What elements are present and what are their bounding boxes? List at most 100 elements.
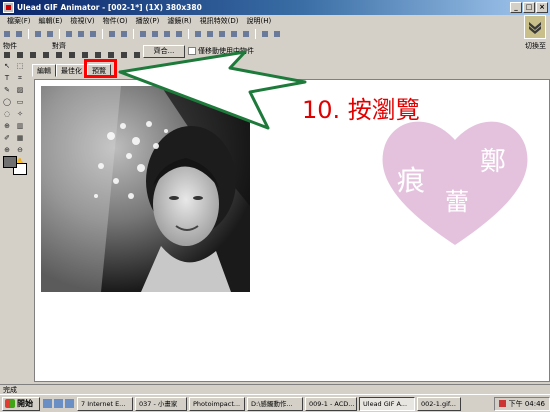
menu-file[interactable]: 檔案(F) bbox=[3, 16, 35, 26]
toolbar-separator bbox=[188, 29, 189, 39]
menu-help[interactable]: 說明(H) bbox=[243, 16, 276, 26]
clock[interactable]: 下午 04:46 bbox=[509, 398, 545, 410]
menu-play[interactable]: 播放(P) bbox=[132, 16, 164, 26]
undo-icon[interactable] bbox=[107, 29, 117, 39]
zoom-in-tool-icon[interactable]: ⊕ bbox=[2, 146, 12, 155]
align-bottom-icon[interactable] bbox=[15, 50, 25, 60]
copy-icon[interactable] bbox=[150, 29, 160, 39]
toolbar-separator bbox=[133, 29, 134, 39]
play-icon[interactable] bbox=[217, 29, 227, 39]
annotation-arrow bbox=[118, 50, 307, 130]
task-ulead-gif[interactable]: Ulead GIF A... bbox=[359, 396, 415, 411]
magic-wand-tool-icon[interactable]: ✧ bbox=[15, 110, 25, 119]
app-icon[interactable] bbox=[3, 2, 14, 13]
play-next-icon[interactable] bbox=[229, 29, 239, 39]
menu-filter[interactable]: 濾鏡(R) bbox=[163, 16, 195, 26]
layer-up-icon[interactable] bbox=[260, 29, 270, 39]
align-left-icon[interactable] bbox=[67, 50, 77, 60]
standard-toolbar bbox=[2, 28, 352, 40]
play-last-icon[interactable] bbox=[241, 29, 251, 39]
play-first-icon[interactable] bbox=[193, 29, 203, 39]
save-options-icon[interactable] bbox=[45, 29, 55, 39]
cut-icon[interactable] bbox=[138, 29, 148, 39]
add-frame-icon[interactable] bbox=[88, 29, 98, 39]
start-button[interactable]: 開始 bbox=[2, 396, 40, 411]
status-text: 完成 bbox=[3, 386, 17, 394]
toolbar-separator bbox=[255, 29, 256, 39]
ellipse-tool-icon[interactable]: ◯ bbox=[2, 98, 12, 107]
task-paint[interactable]: 037 - 小畫家 bbox=[135, 396, 187, 411]
rectangle-tool-icon[interactable]: ▭ bbox=[15, 98, 25, 107]
maximize-button[interactable]: □ bbox=[523, 2, 535, 13]
toolbar-separator bbox=[59, 29, 60, 39]
tab-optimize[interactable]: 最佳化 bbox=[56, 64, 87, 77]
ie-icon[interactable] bbox=[43, 399, 52, 408]
arrow-up-icon[interactable] bbox=[41, 50, 51, 60]
task-acdsee[interactable]: 009-1 - ACD... bbox=[305, 396, 357, 411]
taskbar: 開始 7 Internet E... 037 - 小畫家 Photoimpact… bbox=[0, 394, 550, 412]
play-prev-icon[interactable] bbox=[205, 29, 215, 39]
align-middle-icon[interactable] bbox=[28, 50, 38, 60]
task-folder[interactable]: D:\感觸動作... bbox=[247, 396, 303, 411]
switch-to-label[interactable]: 切換至 bbox=[525, 41, 546, 51]
app-window: Ulead GIF Animator - [002-1*] (1X) 380x3… bbox=[0, 0, 550, 412]
menu-edit[interactable]: 編輯(E) bbox=[35, 16, 67, 26]
close-button[interactable]: × bbox=[536, 2, 548, 13]
align-center-icon[interactable] bbox=[80, 50, 90, 60]
new-file-icon[interactable] bbox=[2, 29, 12, 39]
lasso-tool-icon[interactable]: ◌ bbox=[2, 110, 12, 119]
fill-tool-icon[interactable]: ▨ bbox=[15, 86, 25, 95]
task-internet-explorer[interactable]: 7 Internet E... bbox=[77, 396, 133, 411]
smudge-tool-icon[interactable]: ▦ bbox=[15, 134, 25, 143]
paste-icon[interactable] bbox=[162, 29, 172, 39]
quick-launch bbox=[43, 399, 74, 408]
pencil-tool-icon[interactable]: ✐ bbox=[2, 134, 12, 143]
toolbar-separator bbox=[102, 29, 103, 39]
layer-down-icon[interactable] bbox=[272, 29, 282, 39]
desktop-icon[interactable] bbox=[54, 399, 63, 408]
task-gif-file[interactable]: 002-1.gif... bbox=[417, 396, 461, 411]
open-folder-icon[interactable] bbox=[14, 29, 24, 39]
task-photoimpact[interactable]: Photoimpact... bbox=[189, 396, 245, 411]
minimize-button[interactable]: _ bbox=[510, 2, 522, 13]
status-bar: 完成 bbox=[0, 384, 550, 394]
marquee-tool-icon[interactable]: ⬚ bbox=[15, 62, 25, 71]
redo-icon[interactable] bbox=[119, 29, 129, 39]
title-bar[interactable]: Ulead GIF Animator - [002-1*] (1X) 380x3… bbox=[0, 0, 550, 15]
menu-bar: 檔案(F) 編輯(E) 檢視(V) 物件(O) 播放(P) 濾鏡(R) 視訊特效… bbox=[0, 15, 520, 27]
menu-video-effects[interactable]: 視訊特效(D) bbox=[196, 16, 243, 26]
add-video-icon[interactable] bbox=[76, 29, 86, 39]
align-top-icon[interactable] bbox=[2, 50, 12, 60]
windows-flag-icon bbox=[5, 399, 15, 408]
system-tray: 下午 04:46 bbox=[493, 396, 550, 411]
crop-tool-icon[interactable]: ⌗ bbox=[15, 74, 25, 83]
media-icon[interactable] bbox=[65, 399, 74, 408]
text-tool-icon[interactable]: T bbox=[2, 74, 12, 83]
window-controls: _ □ × bbox=[510, 2, 548, 13]
watermark-char-1: 痕 bbox=[397, 164, 425, 197]
menu-object[interactable]: 物件(O) bbox=[99, 16, 132, 26]
chevron-logo-icon bbox=[529, 22, 541, 34]
menu-view[interactable]: 檢視(V) bbox=[66, 16, 98, 26]
delete-icon[interactable] bbox=[174, 29, 184, 39]
eraser-tool-icon[interactable]: ▥ bbox=[15, 122, 25, 131]
window-title: Ulead GIF Animator - [002-1*] (1X) 380x3… bbox=[17, 3, 202, 12]
arrow-down-icon[interactable] bbox=[54, 50, 64, 60]
tab-edit[interactable]: 編輯 bbox=[32, 64, 56, 77]
zoom-out-tool-icon[interactable]: ⊖ bbox=[15, 146, 25, 155]
stamp-tool-icon[interactable]: ⊕ bbox=[2, 122, 12, 131]
watermark-char-3: 蕾 bbox=[445, 188, 469, 216]
start-label: 開始 bbox=[17, 399, 33, 408]
toolbar-separator bbox=[28, 29, 29, 39]
save-icon[interactable] bbox=[33, 29, 43, 39]
pointer-tool-icon[interactable]: ↖ bbox=[2, 62, 12, 71]
annotation-text: 10. 按瀏覽 bbox=[302, 96, 420, 124]
add-image-icon[interactable] bbox=[64, 29, 74, 39]
watermark-heart: 痕 鄭 蕾 bbox=[382, 121, 528, 245]
ulead-logo bbox=[524, 15, 546, 39]
tray-icon[interactable] bbox=[498, 400, 506, 407]
align-right-icon[interactable] bbox=[93, 50, 103, 60]
brush-tool-icon[interactable]: ✎ bbox=[2, 86, 12, 95]
watermark-char-2: 鄭 bbox=[480, 147, 506, 177]
foreground-color-swatch[interactable] bbox=[3, 156, 17, 168]
